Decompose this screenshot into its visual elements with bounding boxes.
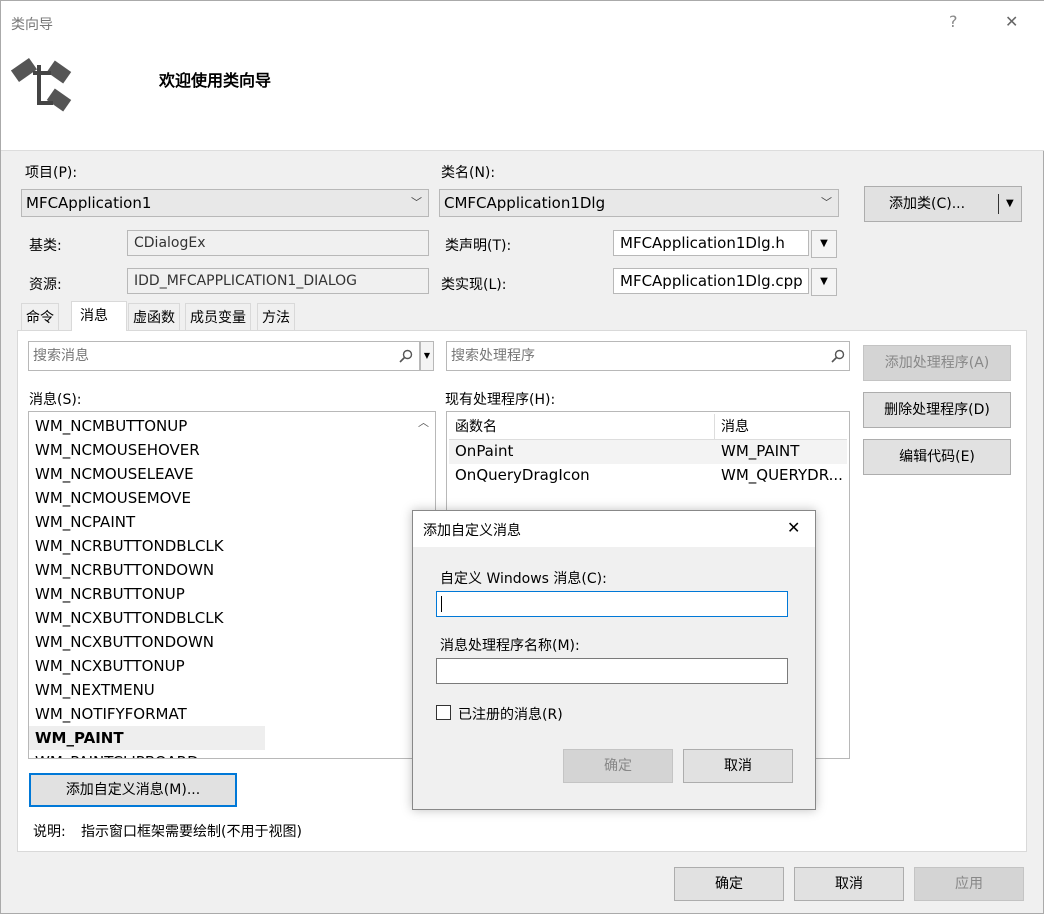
add-custom-message-button[interactable]: 添加自定义消息(M)... bbox=[29, 773, 237, 807]
search-messages-placeholder: 搜索消息 bbox=[33, 348, 89, 364]
add-handler-button[interactable]: 添加处理程序(A) bbox=[863, 345, 1011, 381]
list-item[interactable]: WM_NCMOUSEHOVER bbox=[29, 438, 419, 462]
list-item[interactable]: WM_NCRBUTTONDBLCLK bbox=[29, 534, 419, 558]
list-item[interactable]: WM_NCMOUSEMOVE bbox=[29, 486, 419, 510]
chevron-down-icon: ﹀ bbox=[411, 196, 422, 209]
text-cursor bbox=[441, 596, 442, 612]
add-class-label: 添加类(C)... bbox=[889, 196, 966, 212]
dialog-title: 添加自定义消息 bbox=[423, 523, 521, 539]
registered-checkbox[interactable] bbox=[436, 705, 451, 720]
classname-value: CMFCApplication1Dlg bbox=[444, 194, 606, 212]
edit-code-button[interactable]: 编辑代码(E) bbox=[863, 439, 1011, 475]
tab-methods[interactable]: 方法 bbox=[257, 303, 295, 331]
scroll-up-icon[interactable]: ︿ bbox=[418, 414, 429, 430]
add-custom-message-dialog: 添加自定义消息 ✕ 自定义 Windows 消息(C): 消息处理程序名称(M)… bbox=[412, 510, 816, 810]
project-label: 项目(P): bbox=[25, 165, 78, 181]
dialog-close-icon[interactable]: ✕ bbox=[787, 518, 800, 537]
close-button[interactable]: ✕ bbox=[1005, 12, 1018, 31]
window-title: 类向导 bbox=[11, 17, 53, 33]
classname-label: 类名(N): bbox=[441, 165, 496, 181]
class-wizard-icon bbox=[11, 57, 72, 112]
split-divider bbox=[998, 194, 999, 214]
list-item[interactable]: WM_NEXTMENU bbox=[29, 678, 419, 702]
list-item-selected[interactable]: WM_PAINT bbox=[29, 726, 265, 750]
wizard-header: 欢迎使用类向导 bbox=[1, 45, 1044, 151]
base-class-field: CDialogEx bbox=[127, 230, 429, 256]
title-bar: 类向导 ? ✕ bbox=[1, 1, 1044, 45]
add-class-button[interactable]: 添加类(C)... ▼ bbox=[864, 186, 1022, 222]
column-header-message[interactable]: 消息 bbox=[715, 414, 847, 440]
apply-button[interactable]: 应用 bbox=[914, 867, 1024, 901]
handlers-label: 现有处理程序(H): bbox=[445, 392, 556, 408]
search-handlers-input[interactable]: 搜索处理程序 bbox=[446, 341, 850, 371]
project-select[interactable]: MFCApplication1 ﹀ bbox=[21, 189, 429, 217]
column-header-function[interactable]: 函数名 bbox=[449, 414, 715, 440]
delete-handler-button[interactable]: 删除处理程序(D) bbox=[863, 392, 1011, 428]
tab-commands[interactable]: 命令 bbox=[21, 303, 59, 331]
search-handlers-placeholder: 搜索处理程序 bbox=[451, 348, 535, 364]
description-label: 说明: bbox=[33, 824, 66, 840]
table-cell: WM_PAINT bbox=[721, 442, 800, 460]
description-text: 指示窗口框架需要绘制(不用于视图) bbox=[81, 824, 302, 840]
tab-messages[interactable]: 消息 bbox=[71, 301, 127, 331]
list-item[interactable]: WM_NCMOUSELEAVE bbox=[29, 462, 419, 486]
dialog-title-bar: 添加自定义消息 ✕ bbox=[413, 511, 815, 547]
tab-member-variables[interactable]: 成员变量 bbox=[185, 303, 251, 331]
class-impl-field[interactable]: MFCApplication1Dlg.cpp bbox=[613, 268, 809, 294]
base-label: 基类: bbox=[29, 238, 62, 254]
list-item[interactable]: WM_NCXBUTTONUP bbox=[29, 654, 419, 678]
table-cell: WM_QUERYDR... bbox=[721, 466, 843, 484]
table-row[interactable]: OnPaint WM_PAINT bbox=[449, 440, 847, 464]
class-wizard-window: 类向导 ? ✕ 欢迎使用类向导 项目(P): MFCApplication1 ﹀… bbox=[0, 0, 1044, 914]
class-decl-label: 类声明(T): bbox=[445, 238, 512, 254]
list-item[interactable]: WM_NCXBUTTONDOWN bbox=[29, 630, 419, 654]
resource-field: IDD_MFCAPPLICATION1_DIALOG bbox=[127, 268, 429, 294]
table-cell: OnPaint bbox=[455, 442, 514, 460]
welcome-heading: 欢迎使用类向导 bbox=[159, 71, 272, 90]
dialog-cancel-button[interactable]: 取消 bbox=[683, 749, 793, 783]
dialog-ok-button[interactable]: 确定 bbox=[563, 749, 673, 783]
custom-msg-input[interactable] bbox=[436, 591, 788, 617]
list-item[interactable]: WM_NCRBUTTONDOWN bbox=[29, 558, 419, 582]
list-item[interactable]: WM_NOTIFYFORMAT bbox=[29, 702, 419, 726]
handler-name-label: 消息处理程序名称(M): bbox=[440, 638, 580, 654]
tab-virtual-functions[interactable]: 虚函数 bbox=[128, 303, 180, 331]
project-value: MFCApplication1 bbox=[26, 194, 152, 212]
resource-label: 资源: bbox=[29, 277, 62, 293]
list-item[interactable]: WM_NCRBUTTONUP bbox=[29, 582, 419, 606]
list-item[interactable]: WM_NCXBUTTONDBLCLK bbox=[29, 606, 419, 630]
handler-name-input[interactable] bbox=[436, 658, 788, 684]
caret-down-icon[interactable]: ▼ bbox=[1006, 187, 1014, 221]
chevron-down-icon: ﹀ bbox=[821, 196, 832, 209]
classname-select[interactable]: CMFCApplication1Dlg ﹀ bbox=[439, 189, 839, 217]
list-item[interactable]: WM_NCMBUTTONUP bbox=[29, 414, 419, 438]
search-messages-dropdown[interactable]: ▼ bbox=[420, 341, 434, 371]
class-impl-dropdown-button[interactable]: ▼ bbox=[811, 268, 837, 296]
custom-msg-label: 自定义 Windows 消息(C): bbox=[440, 571, 607, 587]
list-item[interactable]: WM_NCPAINT bbox=[29, 510, 419, 534]
search-icon bbox=[399, 349, 413, 363]
cancel-button[interactable]: 取消 bbox=[794, 867, 904, 901]
search-icon bbox=[831, 349, 845, 363]
messages-label: 消息(S): bbox=[29, 392, 82, 408]
table-cell: OnQueryDragIcon bbox=[455, 466, 590, 484]
search-messages-input[interactable]: 搜索消息 bbox=[28, 341, 420, 371]
ok-button[interactable]: 确定 bbox=[674, 867, 784, 901]
messages-list[interactable]: WM_NCMBUTTONUP WM_NCMOUSEHOVER WM_NCMOUS… bbox=[28, 411, 436, 759]
list-item[interactable]: WM_PAINTCLIPBOARD bbox=[29, 750, 419, 758]
table-row[interactable]: OnQueryDragIcon WM_QUERYDR... bbox=[449, 464, 847, 488]
class-decl-dropdown-button[interactable]: ▼ bbox=[811, 230, 837, 258]
class-decl-field[interactable]: MFCApplication1Dlg.h bbox=[613, 230, 809, 256]
help-button[interactable]: ? bbox=[949, 12, 958, 31]
registered-label: 已注册的消息(R) bbox=[458, 707, 563, 723]
class-impl-label: 类实现(L): bbox=[441, 277, 507, 293]
